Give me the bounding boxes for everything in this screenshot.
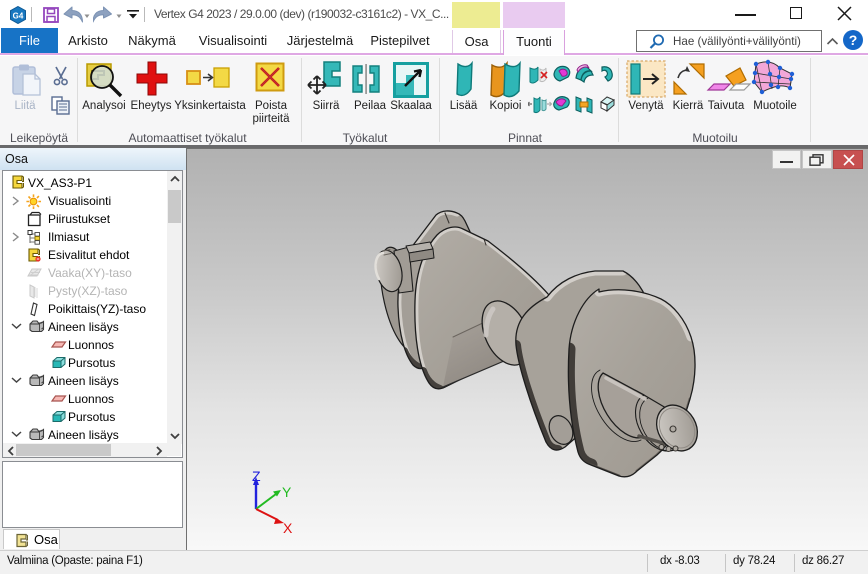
svg-text:Z: Z [252, 469, 261, 484]
svg-text:G4: G4 [13, 12, 24, 21]
svg-text:X: X [283, 520, 293, 536]
svg-text:Y: Y [282, 484, 292, 500]
